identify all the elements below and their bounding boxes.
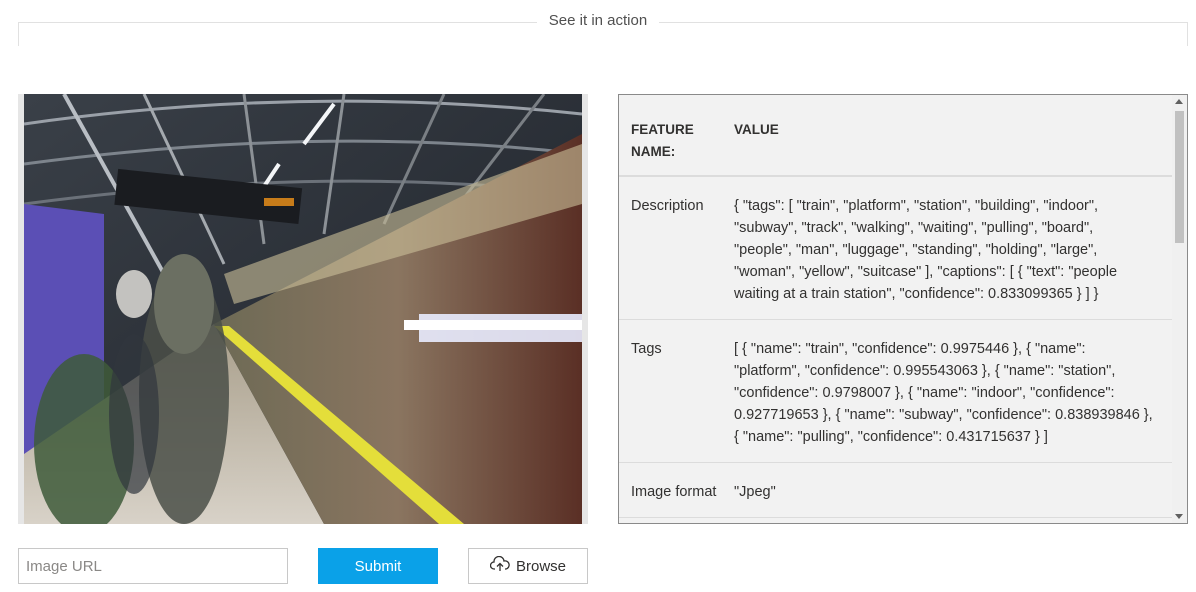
header-value: VALUE — [734, 122, 779, 137]
feature-name-cell: Description — [631, 198, 704, 214]
browse-button-label: Browse — [515, 557, 567, 575]
cloud-upload-icon — [489, 555, 510, 576]
table-row: Image format "Jpeg" — [619, 463, 1172, 518]
table-header-row: FEATURE NAME: VALUE — [619, 95, 1172, 177]
submit-button[interactable]: Submit — [318, 548, 438, 584]
table-row: Description { "tags": [ "train", "platfo… — [619, 177, 1172, 320]
section-title-text: See it in action — [536, 12, 660, 29]
sample-photo — [18, 94, 588, 524]
vertical-scrollbar[interactable] — [1172, 95, 1187, 523]
section-title: See it in action — [0, 12, 1196, 29]
table-row: Tags [ { "name": "train", "confidence": … — [619, 320, 1172, 463]
feature-value-cell: { "tags": [ "train", "platform", "statio… — [734, 198, 1118, 302]
submit-button-label: Submit — [354, 557, 402, 575]
feature-value-cell: [ { "name": "train", "confidence": 0.997… — [734, 341, 1153, 445]
subway-platform-image — [24, 94, 582, 524]
results-table-body: FEATURE NAME: VALUE Description { "tags"… — [619, 95, 1172, 523]
results-table[interactable]: FEATURE NAME: VALUE Description { "tags"… — [618, 94, 1188, 524]
scroll-up-arrow-icon[interactable] — [1175, 99, 1183, 104]
browse-button[interactable]: Browse — [468, 548, 588, 584]
scroll-thumb[interactable] — [1175, 111, 1184, 243]
feature-name-cell: Image format — [631, 484, 717, 500]
scroll-down-arrow-icon[interactable] — [1175, 514, 1183, 519]
feature-value-cell: "Jpeg" — [734, 484, 776, 500]
feature-name-cell: Tags — [631, 341, 662, 357]
header-feature-name: FEATURE NAME: — [631, 122, 694, 159]
image-url-input[interactable] — [18, 548, 288, 584]
